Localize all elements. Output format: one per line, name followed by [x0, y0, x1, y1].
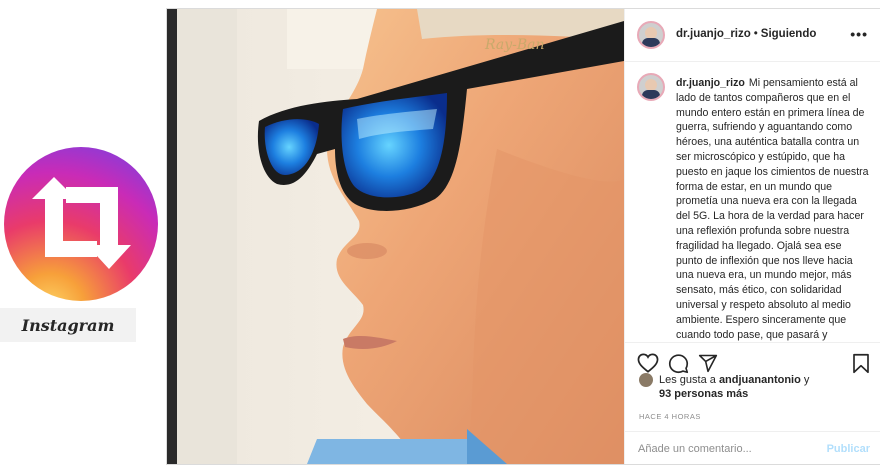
likes-connector: y: [803, 374, 810, 386]
likes-summary: Les gusta a andjuanantonio y 93 personas…: [639, 373, 874, 401]
repost-app-logo: [4, 147, 158, 301]
repost-icon: [32, 177, 131, 269]
bookmark-icon[interactable]: [852, 353, 870, 374]
post-image: Ray-Ban: [167, 9, 624, 464]
likes-others-link[interactable]: 93 personas más: [659, 388, 748, 400]
comment-input[interactable]: Añade un comentario...: [638, 443, 752, 455]
more-dots-icon[interactable]: •••: [850, 26, 868, 42]
post-photo[interactable]: Ray-Ban: [167, 9, 624, 464]
caption-avatar[interactable]: [637, 73, 665, 101]
share-icon[interactable]: [698, 353, 718, 373]
brand-label: Instagram: [0, 308, 136, 342]
post-caption: dr.juanjo_rizo Mi pensamiento está al lad…: [676, 76, 870, 342]
publish-button[interactable]: Publicar: [827, 443, 870, 455]
heart-icon[interactable]: [637, 353, 659, 373]
post-timestamp[interactable]: HACE 4 HORAS: [639, 412, 701, 421]
post-actions: Les gusta a andjuanantonio y 93 personas…: [625, 342, 880, 465]
separator-dot: •: [753, 28, 758, 40]
post-header: dr.juanjo_rizo • Siguiendo •••: [625, 9, 880, 62]
comment-icon[interactable]: [668, 353, 689, 374]
liker-avatar[interactable]: [639, 373, 653, 387]
caption-text: Mi pensamiento está al lado de tantos co…: [676, 77, 869, 341]
post-side-panel: dr.juanjo_rizo • Siguiendo ••• dr.juanjo_r…: [624, 9, 880, 464]
comment-form: Añade un comentario... Publicar: [625, 431, 880, 466]
liker-username-link[interactable]: andjuanantonio: [719, 374, 801, 386]
avatar[interactable]: [637, 21, 665, 49]
sunglasses-logo-text: Ray-Ban: [484, 37, 545, 53]
post-header-text: dr.juanjo_rizo • Siguiendo: [676, 28, 816, 40]
instagram-post: Ray-Ban dr.juanjo_rizo • Siguiendo ••• dr.…: [166, 8, 880, 465]
likes-prefix: Les gusta a: [659, 374, 716, 386]
username-link[interactable]: dr.juanjo_rizo: [676, 28, 751, 40]
caption-scroll-area[interactable]: dr.juanjo_rizo Mi pensamiento está al lad…: [625, 61, 880, 342]
following-button[interactable]: Siguiendo: [761, 28, 817, 40]
caption-username-link[interactable]: dr.juanjo_rizo: [676, 77, 745, 89]
